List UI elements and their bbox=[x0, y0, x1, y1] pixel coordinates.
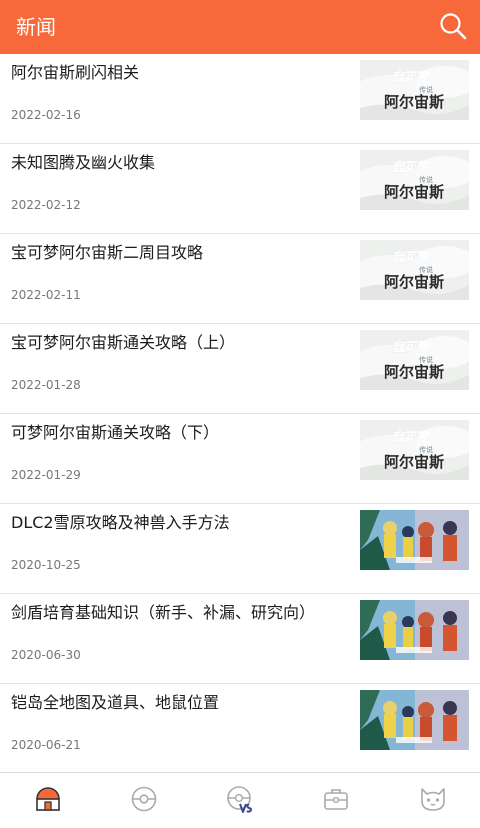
news-thumbnail: 宝可梦 传说 阿尔宙斯 bbox=[360, 420, 469, 480]
pokeball-icon bbox=[131, 786, 157, 812]
search-button[interactable] bbox=[438, 11, 468, 41]
logo-line-3: 阿尔宙斯 bbox=[384, 183, 444, 201]
logo-line-3: 阿尔宙斯 bbox=[384, 453, 444, 471]
news-title: 铠岛全地图及道具、地鼠位置 bbox=[11, 693, 220, 712]
cat-face-icon bbox=[421, 788, 445, 811]
news-thumbnail: 宝可梦 传说 阿尔宙斯 bbox=[360, 60, 469, 120]
tab-bag[interactable] bbox=[288, 773, 384, 828]
news-thumbnail: 宝可梦 传说 阿尔宙斯 bbox=[360, 330, 469, 390]
logo-line-1: 宝可梦 bbox=[394, 159, 431, 174]
news-date: 2022-02-12 bbox=[11, 198, 81, 212]
arceus-logo-thumbnail: 宝可梦传说阿尔宙斯 bbox=[360, 60, 469, 120]
tab-home[interactable] bbox=[0, 773, 96, 828]
app-header: 新闻 bbox=[0, 0, 480, 54]
bottom-tab-bar bbox=[0, 772, 480, 828]
arceus-logo-thumbnail: 宝可梦传说阿尔宙斯 bbox=[360, 150, 469, 210]
news-item[interactable]: 阿尔宙斯刷闪相关 2022-02-16 宝可梦 传说 阿尔宙斯 bbox=[0, 54, 480, 144]
tab-profile[interactable] bbox=[384, 773, 480, 828]
news-title: 宝可梦阿尔宙斯通关攻略（上） bbox=[11, 333, 236, 352]
home-icon bbox=[36, 787, 60, 811]
news-list: 阿尔宙斯刷闪相关 2022-02-16 宝可梦 传说 阿尔宙斯 未知图腾及幽火收集 2022… bbox=[0, 54, 480, 772]
news-item[interactable]: 铠岛全地图及道具、地鼠位置 2020-06-21 bbox=[0, 684, 480, 772]
news-title: 可梦阿尔宙斯通关攻略（下） bbox=[11, 423, 220, 442]
news-item[interactable]: 宝可梦阿尔宙斯通关攻略（上） 2022-01-28 宝可梦 传说 阿尔宙斯 bbox=[0, 324, 480, 414]
sword-shield-art-thumbnail bbox=[360, 690, 469, 750]
logo-line-1: 宝可梦 bbox=[394, 249, 431, 264]
news-date: 2022-01-29 bbox=[11, 468, 81, 482]
news-item[interactable]: DLC2雪原攻略及神兽入手方法 2020-10-25 bbox=[0, 504, 480, 594]
news-date: 2020-06-21 bbox=[11, 738, 81, 752]
news-thumbnail bbox=[360, 510, 469, 570]
news-item[interactable]: 剑盾培育基础知识（新手、补漏、研究向） 2020-06-30 bbox=[0, 594, 480, 684]
logo-line-1: 宝可梦 bbox=[394, 339, 431, 354]
logo-line-1: 宝可梦 bbox=[394, 429, 431, 444]
news-item[interactable]: 可梦阿尔宙斯通关攻略（下） 2022-01-29 宝可梦 传说 阿尔宙斯 bbox=[0, 414, 480, 504]
logo-line-3: 阿尔宙斯 bbox=[384, 273, 444, 291]
versus-icon bbox=[227, 786, 253, 813]
news-date: 2020-10-25 bbox=[11, 558, 81, 572]
sword-shield-art-thumbnail bbox=[360, 600, 469, 660]
search-icon bbox=[440, 13, 467, 40]
arceus-logo-thumbnail: 宝可梦传说阿尔宙斯 bbox=[360, 330, 469, 390]
sword-shield-art-thumbnail bbox=[360, 510, 469, 570]
bag-icon bbox=[324, 789, 348, 810]
tab-versus[interactable] bbox=[192, 773, 288, 828]
page-title: 新闻 bbox=[16, 15, 56, 39]
logo-line-3: 阿尔宙斯 bbox=[384, 93, 444, 111]
news-title: 宝可梦阿尔宙斯二周目攻略 bbox=[11, 243, 204, 262]
news-title: 阿尔宙斯刷闪相关 bbox=[11, 63, 140, 82]
news-item[interactable]: 宝可梦阿尔宙斯二周目攻略 2022-02-11 宝可梦 传说 阿尔宙斯 bbox=[0, 234, 480, 324]
news-date: 2022-02-11 bbox=[11, 288, 81, 302]
tab-pokeball[interactable] bbox=[96, 773, 192, 828]
news-date: 2020-06-30 bbox=[11, 648, 81, 662]
news-date: 2022-02-16 bbox=[11, 108, 81, 122]
news-thumbnail bbox=[360, 690, 469, 750]
news-title: DLC2雪原攻略及神兽入手方法 bbox=[11, 513, 230, 532]
logo-line-3: 阿尔宙斯 bbox=[384, 363, 444, 381]
news-thumbnail bbox=[360, 600, 469, 660]
news-title: 剑盾培育基础知识（新手、补漏、研究向） bbox=[11, 603, 316, 622]
news-thumbnail: 宝可梦 传说 阿尔宙斯 bbox=[360, 240, 469, 300]
news-date: 2022-01-28 bbox=[11, 378, 81, 392]
news-thumbnail: 宝可梦 传说 阿尔宙斯 bbox=[360, 150, 469, 210]
arceus-logo-thumbnail: 宝可梦传说阿尔宙斯 bbox=[360, 420, 469, 480]
news-title: 未知图腾及幽火收集 bbox=[11, 153, 156, 172]
arceus-logo-thumbnail: 宝可梦传说阿尔宙斯 bbox=[360, 240, 469, 300]
logo-line-1: 宝可梦 bbox=[394, 69, 431, 84]
news-item[interactable]: 未知图腾及幽火收集 2022-02-12 宝可梦 传说 阿尔宙斯 bbox=[0, 144, 480, 234]
